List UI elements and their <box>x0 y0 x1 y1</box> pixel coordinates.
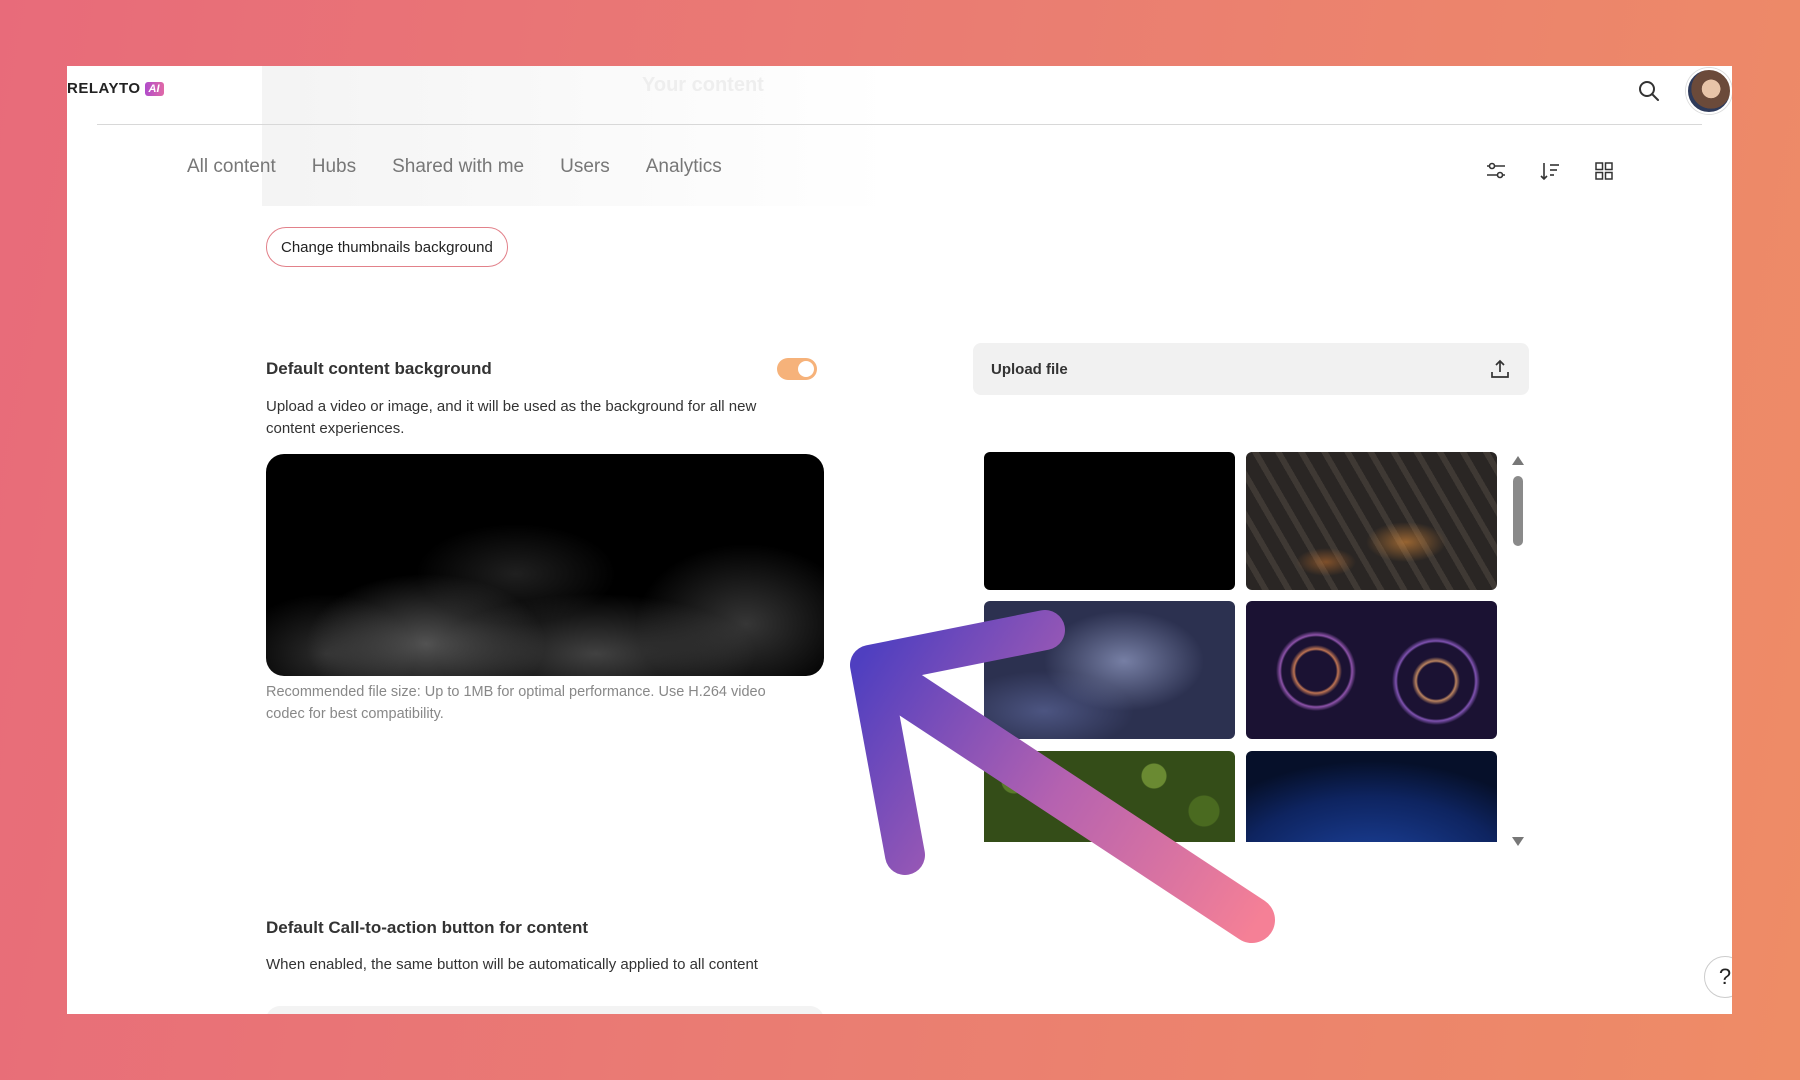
file-size-hint: Recommended file size: Up to 1MB for opt… <box>266 684 766 722</box>
avatar[interactable] <box>1686 68 1732 114</box>
gallery-thumb-forest[interactable] <box>984 751 1235 842</box>
help-button[interactable]: ? <box>1704 956 1732 998</box>
sort-icon <box>1540 163 1559 181</box>
upload-icon <box>1491 359 1509 378</box>
main-nav: All content Hubs Shared with me Users An… <box>187 156 722 178</box>
tab-all-content[interactable]: All content <box>187 156 276 178</box>
content-background-toggle[interactable] <box>777 358 817 380</box>
gallery-thumb-particles[interactable] <box>1246 601 1497 739</box>
change-thumbnails-background-button[interactable]: Change thumbnails background <box>266 227 508 267</box>
header-divider <box>97 124 1702 125</box>
scrollbar-thumb[interactable] <box>1513 476 1523 546</box>
tab-users[interactable]: Users <box>560 156 610 178</box>
ghost-overlay: Your content <box>262 66 892 206</box>
search-button[interactable] <box>1634 76 1664 106</box>
upload-label: Upload file <box>991 360 1068 378</box>
tab-analytics[interactable]: Analytics <box>646 156 722 178</box>
gallery-thumb-blue-glow[interactable] <box>1246 751 1497 842</box>
sort-button[interactable] <box>1537 158 1563 184</box>
scroll-down-arrow-icon[interactable] <box>1512 837 1524 846</box>
content-background-title: Default content background <box>266 359 492 378</box>
background-gallery <box>984 452 1504 842</box>
cta-field[interactable] <box>266 1006 824 1014</box>
cta-description: When enabled, the same button will be au… <box>266 956 758 973</box>
cta-title: Default Call-to-action button for conten… <box>266 918 589 937</box>
search-icon <box>1639 81 1659 101</box>
help-icon: ? <box>1718 964 1732 989</box>
view-tools <box>1483 158 1617 184</box>
grid-view-button[interactable] <box>1591 158 1617 184</box>
toggle-knob <box>798 361 814 377</box>
tab-shared-with-me[interactable]: Shared with me <box>392 156 524 178</box>
logo-text: RELAYTO <box>67 80 141 97</box>
gallery-scrollbar[interactable] <box>1510 456 1526 846</box>
gallery-thumb-smoke[interactable] <box>984 601 1235 739</box>
upload-file-button[interactable]: Upload file <box>973 343 1529 395</box>
tab-hubs[interactable]: Hubs <box>312 156 356 178</box>
grid-view-icon <box>1595 162 1613 180</box>
filter-button[interactable] <box>1483 158 1509 184</box>
scroll-up-arrow-icon[interactable] <box>1512 456 1524 465</box>
logo-badge: AI <box>144 81 164 96</box>
background-preview <box>266 454 824 676</box>
gallery-thumb-black[interactable] <box>984 452 1235 590</box>
filter-icon <box>1487 162 1505 179</box>
gallery-thumb-hexagons[interactable] <box>1246 452 1497 590</box>
content-background-description: Upload a video or image, and it will be … <box>266 398 757 437</box>
logo[interactable]: RELAYTO AI <box>67 80 164 97</box>
ghost-text: Your content <box>642 74 764 96</box>
app-window: Your content RELAYTO AI All content Hubs… <box>67 66 1732 1014</box>
